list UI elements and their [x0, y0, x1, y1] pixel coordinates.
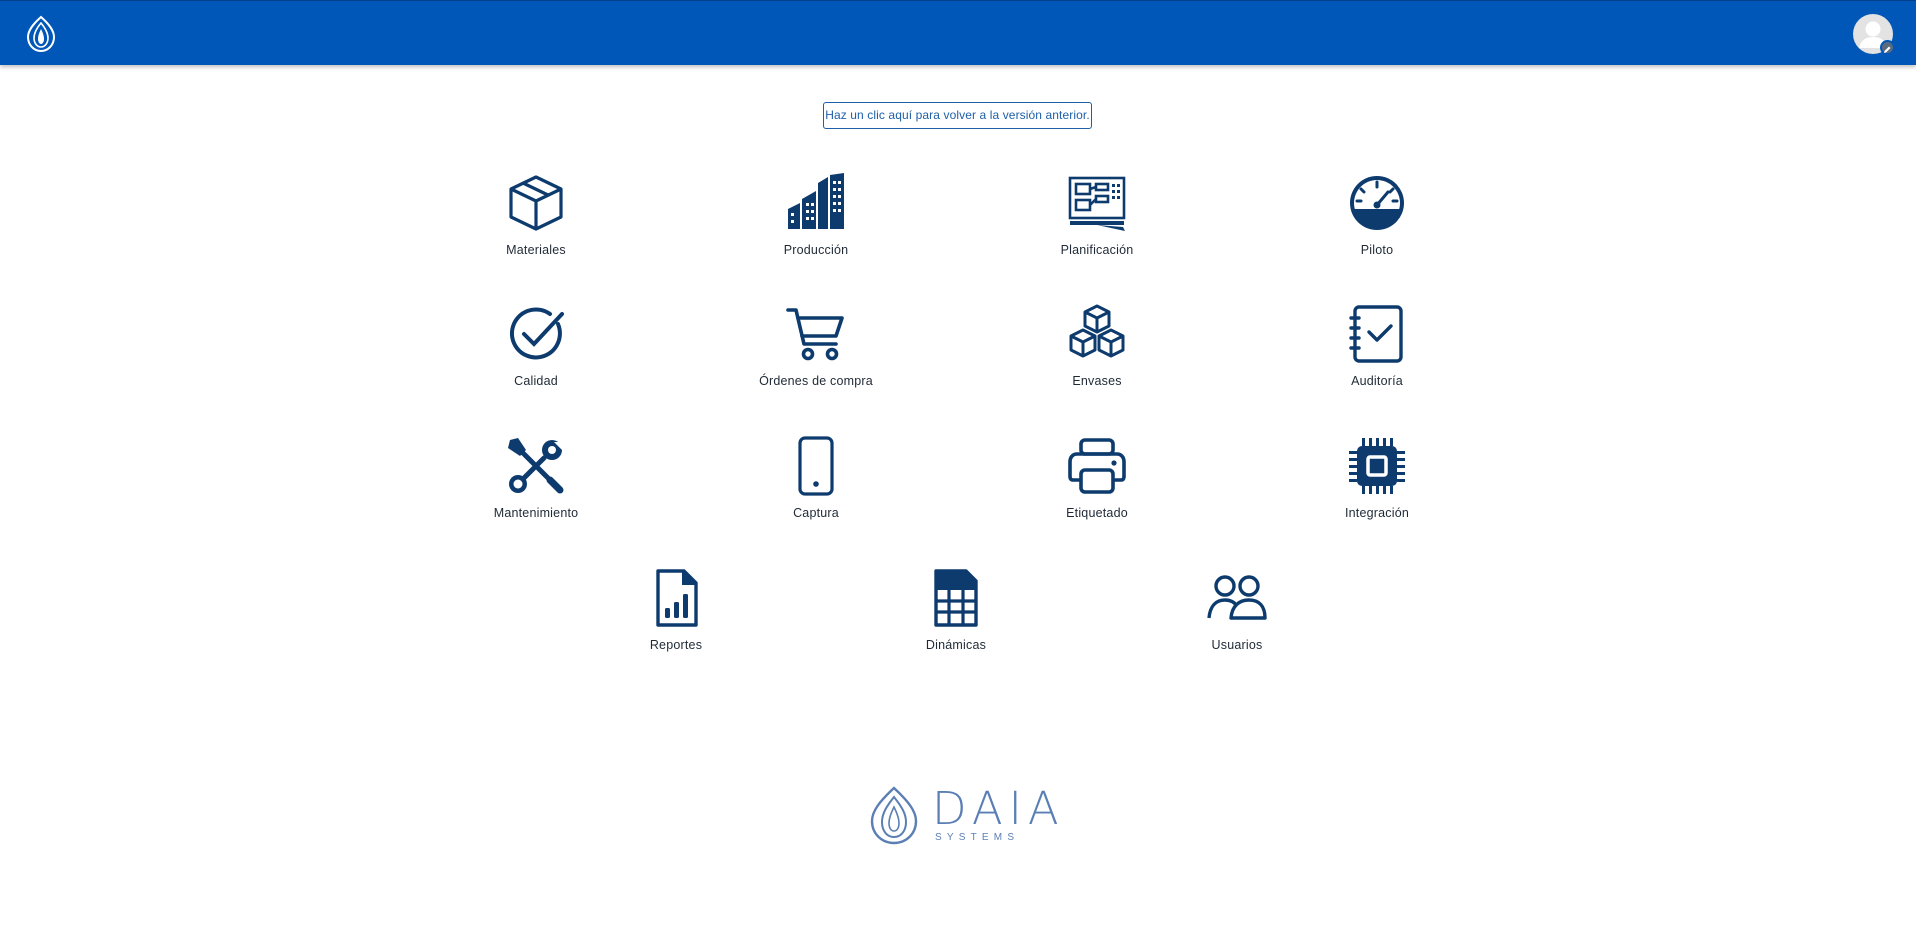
module-tile-dinamicas[interactable]: Dinámicas	[866, 568, 1046, 668]
factory-building-icon[interactable]	[786, 173, 846, 233]
module-label: Captura	[793, 506, 839, 520]
module-label: Envases	[1072, 374, 1122, 388]
module-label: Etiquetado	[1066, 506, 1128, 520]
module-tile-usuarios[interactable]: Usuarios	[1147, 568, 1327, 668]
mobile-phone-icon[interactable]	[786, 436, 846, 496]
module-label: Auditoría	[1351, 374, 1403, 388]
module-label: Usuarios	[1211, 638, 1263, 652]
tools-icon[interactable]	[506, 436, 566, 496]
users-icon[interactable]	[1207, 568, 1267, 628]
module-label: Mantenimiento	[493, 506, 579, 520]
box-icon[interactable]	[506, 173, 566, 233]
pencil-icon[interactable]	[1880, 40, 1895, 55]
chip-icon[interactable]	[1347, 436, 1407, 496]
report-chart-icon[interactable]	[646, 568, 706, 628]
module-tile-materiales[interactable]: Materiales	[446, 173, 626, 273]
module-tile-auditoria[interactable]: Auditoría	[1287, 304, 1467, 404]
module-label: Planificación	[1060, 243, 1134, 257]
module-label: Producción	[783, 243, 849, 257]
top-navigation-bar	[0, 0, 1916, 65]
footer-brand-name: DAIA	[932, 782, 1065, 835]
module-tile-calidad[interactable]: Calidad	[446, 304, 626, 404]
module-label: Órdenes de compra	[759, 374, 873, 388]
module-label: Materiales	[506, 243, 566, 257]
module-tile-produccion[interactable]: Producción	[726, 173, 906, 273]
checklist-notebook-icon[interactable]	[1347, 304, 1407, 364]
daia-leaf-icon[interactable]	[24, 15, 58, 53]
legacy-version-button[interactable]: Haz un clic aquí para volver a la versió…	[823, 102, 1092, 129]
module-tile-integracion[interactable]: Integración	[1287, 436, 1467, 536]
module-tile-reportes[interactable]: Reportes	[586, 568, 766, 668]
module-tile-etiquetado[interactable]: Etiquetado	[1007, 436, 1187, 536]
shopping-cart-icon[interactable]	[786, 304, 846, 364]
planning-board-icon[interactable]	[1067, 173, 1127, 233]
printer-icon[interactable]	[1067, 436, 1127, 496]
speedometer-icon[interactable]	[1347, 173, 1407, 233]
footer-tagline: SYSTEMS	[935, 832, 1020, 843]
module-tile-captura[interactable]: Captura	[726, 436, 906, 536]
module-tile-planificacion[interactable]: Planificación	[1007, 173, 1187, 273]
module-label: Piloto	[1360, 243, 1394, 257]
daia-leaf-icon	[870, 786, 918, 845]
module-tile-ordenes-de-compra[interactable]: Órdenes de compra	[726, 304, 906, 404]
spreadsheet-icon[interactable]	[926, 568, 986, 628]
module-label: Integración	[1344, 506, 1410, 520]
footer-logo: DAIA SYSTEMS	[866, 785, 1059, 847]
module-label: Calidad	[514, 374, 558, 388]
check-circle-icon[interactable]	[506, 304, 566, 364]
module-label: Reportes	[649, 638, 703, 652]
stacked-cubes-icon[interactable]	[1067, 304, 1127, 364]
module-tile-envases[interactable]: Envases	[1007, 304, 1187, 404]
module-tile-piloto[interactable]: Piloto	[1287, 173, 1467, 273]
module-tile-mantenimiento[interactable]: Mantenimiento	[446, 436, 626, 536]
module-label: Dinámicas	[925, 638, 987, 652]
